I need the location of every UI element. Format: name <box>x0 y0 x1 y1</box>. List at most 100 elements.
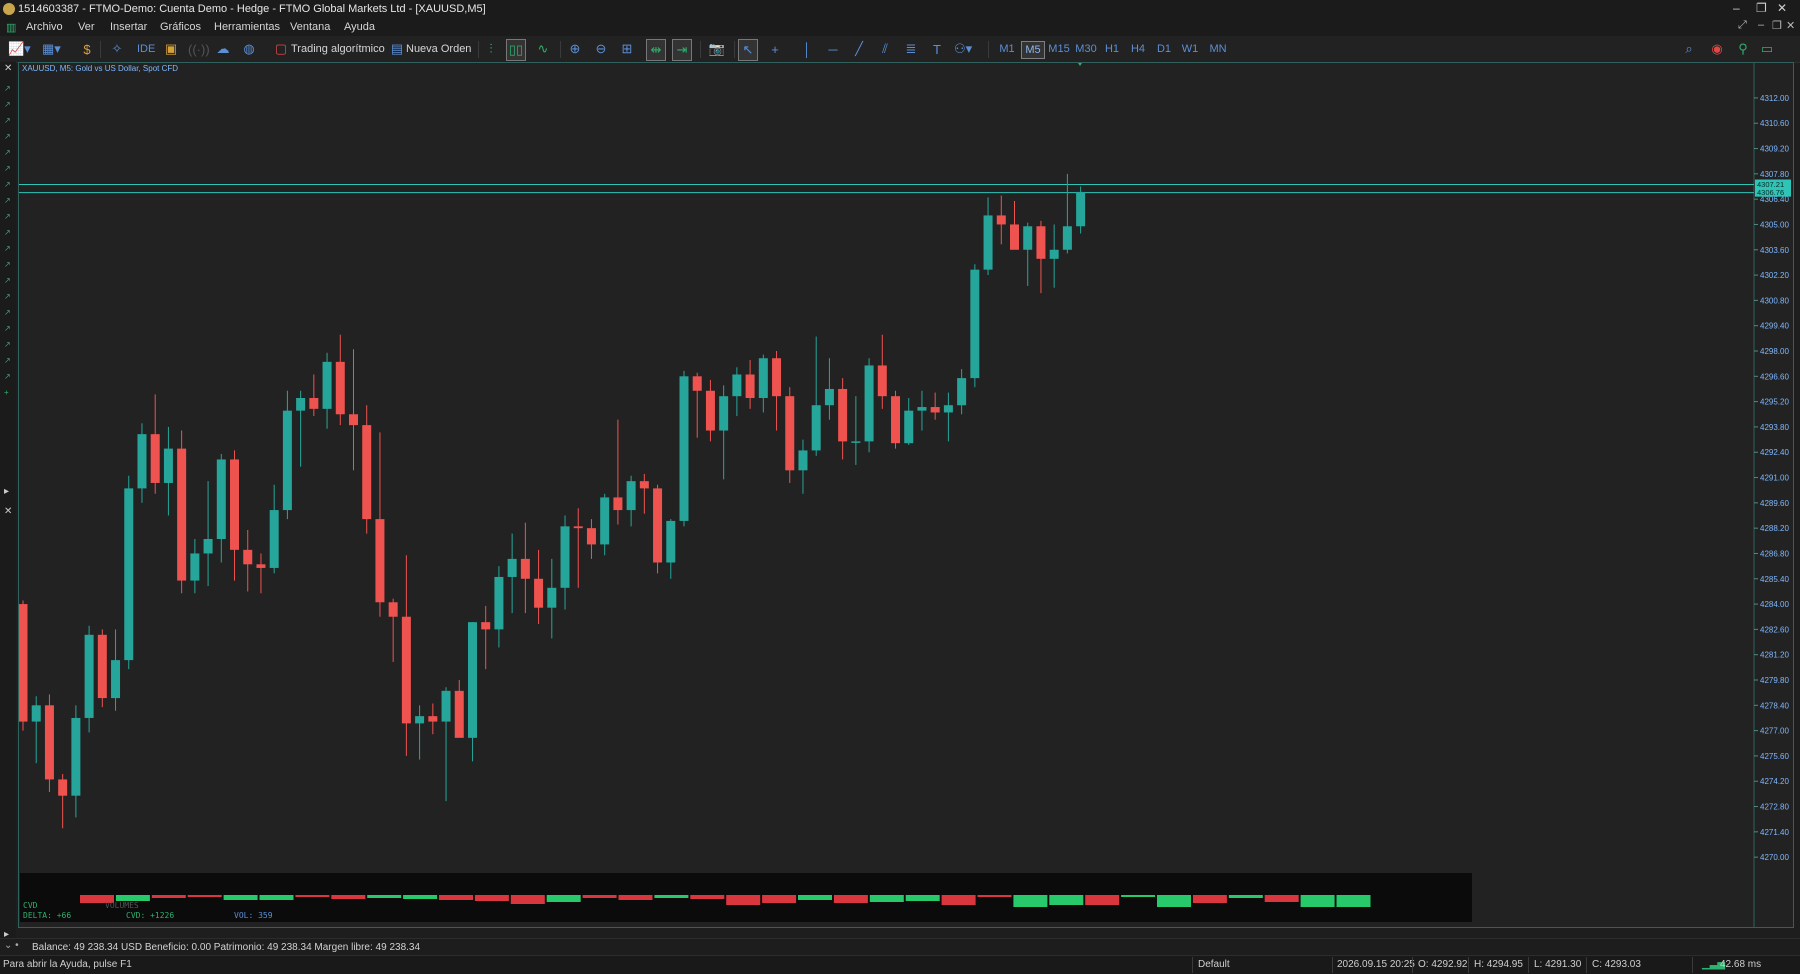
minimize-button[interactable]: – <box>1733 1 1740 15</box>
bag-icon[interactable]: ▣ <box>162 39 180 59</box>
vertical-line-icon[interactable]: │ <box>798 39 816 59</box>
shapes-icon[interactable]: ⚇▾ <box>954 39 972 59</box>
notifications-icon[interactable]: ◉ <box>1708 39 1726 59</box>
add-object-icon[interactable]: + <box>4 389 12 397</box>
volume-bar <box>1013 895 1048 907</box>
maximize-button[interactable]: ❐ <box>1756 1 1767 15</box>
market-icon[interactable]: $ <box>78 39 96 59</box>
trendline-icon[interactable]: ╱ <box>850 39 868 59</box>
volume-bar <box>187 895 222 897</box>
timeframe-m30[interactable]: M30 <box>1073 41 1099 57</box>
object-list-icon[interactable]: ↗ <box>4 101 12 109</box>
object-list-icon[interactable]: ↗ <box>4 149 12 157</box>
cloud-icon[interactable]: ☁ <box>214 39 232 59</box>
status-bar: Para abrir la Ayuda, pulse F1 Default 20… <box>0 955 1800 974</box>
volume-bar <box>1157 895 1191 907</box>
volume-bar <box>510 895 545 904</box>
volume-panel: CVD VOLUMES DELTA: +66 CVD: +1226 VOL: 3… <box>20 873 1472 922</box>
object-list-icon[interactable]: ↗ <box>4 181 12 189</box>
price-chart[interactable]: 4312.00 4310.60 4309.20 4307.80 4306.40 4305.… <box>18 62 1794 928</box>
menu-ventana[interactable]: Ventana <box>290 21 330 33</box>
channel-icon[interactable]: ⫽ <box>876 39 894 59</box>
y-tick-label: 4293.80 <box>1760 423 1789 432</box>
object-list-icon[interactable]: ↗ <box>4 133 12 141</box>
object-list-icon[interactable]: ↗ <box>4 85 12 93</box>
algo-trading-button[interactable]: Trading algorítmico <box>288 39 388 59</box>
collapse-icon[interactable]: ⌄ • <box>4 940 19 951</box>
timeframe-d1[interactable]: D1 <box>1153 41 1175 57</box>
candle-body <box>891 396 901 444</box>
object-list-icon[interactable]: ↗ <box>4 277 12 285</box>
candle-body <box>626 481 636 511</box>
zoom-in-icon[interactable]: ⊕ <box>566 39 584 59</box>
object-list-icon[interactable]: ↗ <box>4 245 12 253</box>
candle-body <box>467 622 477 738</box>
object-list-icon[interactable]: ↗ <box>4 165 12 173</box>
menu-ayuda[interactable]: Ayuda <box>344 21 375 33</box>
navigator-icon[interactable]: ✧ <box>108 39 126 59</box>
line-chart-icon[interactable]: ∿ <box>534 39 552 59</box>
timeframe-m5[interactable]: M5 <box>1021 41 1045 59</box>
expand-panel-icon[interactable]: ▸ <box>4 930 12 940</box>
candlestick-icon[interactable]: ▯▯ <box>506 39 526 61</box>
bar-chart-icon[interactable]: ⫶ <box>482 39 500 59</box>
screenshot-icon[interactable]: 📷 <box>708 39 726 59</box>
search-icon[interactable]: ⌕ <box>1680 39 1698 59</box>
timeframe-mn[interactable]: MN <box>1205 41 1231 57</box>
grid-icon[interactable]: ⊞ <box>618 39 636 59</box>
autoscroll-icon[interactable]: ⇹ <box>646 39 666 61</box>
child-close-button[interactable]: ✕ <box>1786 19 1795 32</box>
close-button[interactable]: ✕ <box>1777 1 1787 15</box>
chart-shift-icon[interactable]: ⇥ <box>672 39 692 61</box>
status-separator <box>1332 957 1333 973</box>
object-list-icon[interactable]: ↗ <box>4 341 12 349</box>
timeframe-w1[interactable]: W1 <box>1179 41 1201 57</box>
menu-graficos[interactable]: Gráficos <box>160 21 201 33</box>
ide-button[interactable]: IDE <box>134 39 158 59</box>
object-list-icon[interactable]: ↗ <box>4 325 12 333</box>
child-restore-button[interactable]: ❐ <box>1772 19 1782 32</box>
globe-icon[interactable]: ◍ <box>240 39 258 59</box>
menu-herramientas[interactable]: Herramientas <box>214 21 280 33</box>
templates-icon[interactable]: ▦▾ <box>42 39 61 59</box>
chart-canvas[interactable]: 4312.004310.604309.204307.804306.404305.… <box>19 63 1793 927</box>
signal-icon[interactable]: ((·)) <box>188 39 210 59</box>
object-list-icon[interactable]: ↗ <box>4 197 12 205</box>
toolbar: 📈▾ ▦▾ $ ✧ IDE ▣ ((·)) ☁ ◍ ▢ Trading algo… <box>0 36 1800 63</box>
object-list-icon[interactable]: ↗ <box>4 213 12 221</box>
object-list-icon[interactable]: ↗ <box>4 261 12 269</box>
menu-chart-icon[interactable]: ▥ <box>6 21 16 34</box>
candle-body <box>401 616 411 724</box>
crosshair-icon[interactable]: + <box>766 39 784 59</box>
new-order-button[interactable]: Nueva Orden <box>403 39 474 59</box>
zoom-out-icon[interactable]: ⊖ <box>592 39 610 59</box>
close-panel-icon[interactable]: ✕ <box>4 64 12 74</box>
timeframe-m15[interactable]: M15 <box>1046 41 1072 57</box>
text-icon[interactable]: T <box>928 39 946 59</box>
object-list-icon[interactable]: ↗ <box>4 229 12 237</box>
screen-split-icon[interactable]: ⤢ <box>1738 19 1747 32</box>
timeframe-h4[interactable]: H4 <box>1127 41 1149 57</box>
candle-body <box>44 705 54 780</box>
y-tick-label: 4289.60 <box>1760 499 1789 508</box>
object-list-icon[interactable]: ↗ <box>4 293 12 301</box>
object-list-icon[interactable]: ↗ <box>4 357 12 365</box>
menu-insertar[interactable]: Insertar <box>110 21 147 33</box>
close-panel-icon[interactable]: ✕ <box>4 507 12 517</box>
menu-archivo[interactable]: Archivo <box>26 21 63 33</box>
status-high: H: 4294.95 <box>1474 959 1523 970</box>
object-list-icon[interactable]: ↗ <box>4 309 12 317</box>
object-list-icon[interactable]: ↗ <box>4 373 12 381</box>
cursor-icon[interactable]: ↖ <box>738 39 758 61</box>
horizontal-line-icon[interactable]: ─ <box>824 39 842 59</box>
expand-panel-icon[interactable]: ▸ <box>4 487 12 497</box>
timeframe-m1[interactable]: M1 <box>996 41 1018 57</box>
y-tick-label: 4291.00 <box>1760 474 1789 483</box>
child-minimize-button[interactable]: – <box>1758 19 1764 31</box>
account-icon[interactable]: ⚲ <box>1734 39 1752 59</box>
fibonacci-icon[interactable]: ≣ <box>902 39 920 59</box>
timeframe-h1[interactable]: H1 <box>1101 41 1123 57</box>
menu-ver[interactable]: Ver <box>78 21 95 33</box>
object-list-icon[interactable]: ↗ <box>4 117 12 125</box>
chart-type-icon[interactable]: 📈▾ <box>8 39 31 59</box>
